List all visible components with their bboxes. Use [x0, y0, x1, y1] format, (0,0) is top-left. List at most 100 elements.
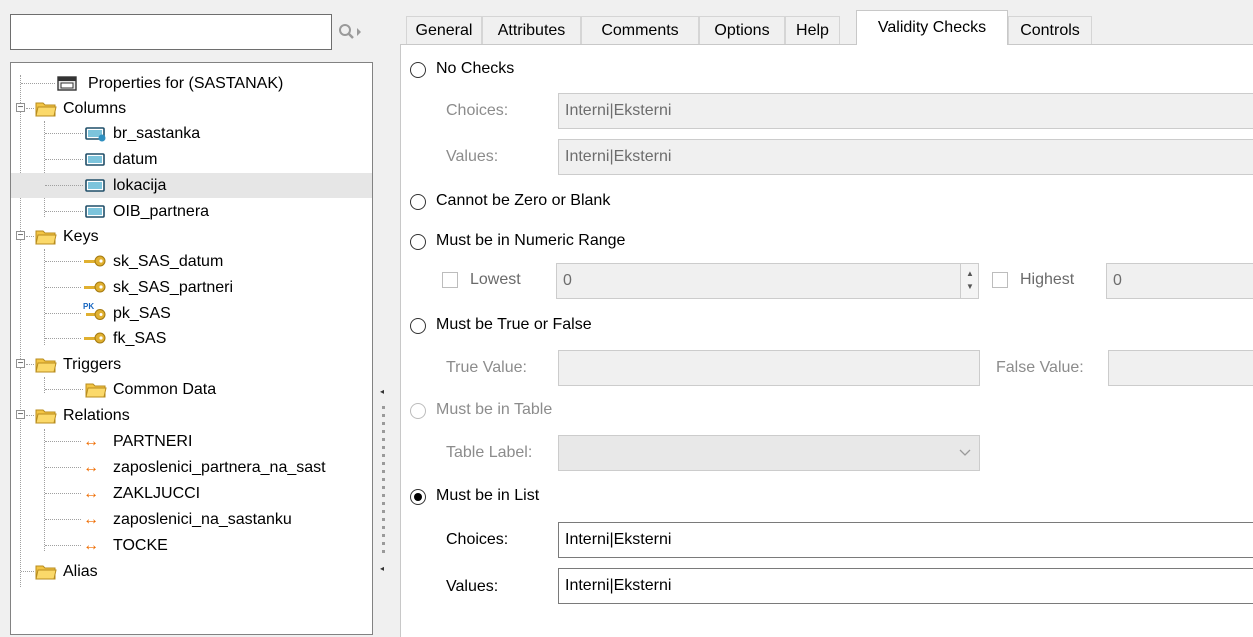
tree-item-properties[interactable]: Properties for (SASTANAK): [11, 71, 372, 96]
folder-icon: [35, 230, 57, 245]
column-icon: [85, 153, 105, 166]
tree-item-column[interactable]: OIB_partnera: [11, 199, 372, 224]
in-list-choices-label: Choices:: [446, 531, 509, 548]
dropdown-chevron-icon: [959, 449, 971, 456]
cannot-be-zero-label: Cannot be Zero or Blank: [436, 192, 611, 209]
folder-icon: [35, 409, 57, 424]
spin-down-icon[interactable]: ▼: [966, 282, 974, 291]
table-label-label: Table Label:: [446, 444, 533, 461]
tab-general[interactable]: General: [406, 16, 482, 44]
tree-item-relation[interactable]: ↔ zaposlenici_partnera_na_sast: [11, 455, 372, 480]
tree-item-relation[interactable]: ↔ PARTNERI: [11, 429, 372, 454]
panel-splitter[interactable]: ◂ ◂: [377, 10, 391, 637]
no-checks-values-field[interactable]: [558, 139, 1253, 175]
lowest-checkbox[interactable]: [442, 272, 458, 288]
tree-label: sk_SAS_partneri: [113, 279, 234, 296]
tree-label: Common Data: [113, 381, 217, 398]
relation-icon: ↔: [83, 485, 99, 502]
numeric-range-radio[interactable]: [410, 234, 426, 250]
no-checks-choices-field[interactable]: [558, 93, 1253, 129]
tree-label: PARTNERI: [113, 433, 193, 450]
lowest-label: Lowest: [470, 271, 521, 288]
relation-icon: ↔: [83, 537, 99, 554]
tree-item-columns[interactable]: − Columns: [11, 96, 372, 121]
search-icon[interactable]: [337, 22, 363, 42]
lowest-value-field[interactable]: [556, 263, 979, 299]
tree-item-key[interactable]: sk_SAS_datum: [11, 249, 372, 274]
tree-label: Alias: [63, 563, 98, 580]
tab-bar: General Attributes Comments Options Help…: [400, 10, 1253, 45]
false-value-field[interactable]: [1108, 350, 1253, 386]
highest-checkbox[interactable]: [992, 272, 1008, 288]
true-false-label: Must be True or False: [436, 316, 592, 333]
tree-item-primary-key[interactable]: PK pk_SAS: [11, 301, 372, 326]
key-icon: [84, 332, 106, 344]
tree-item-triggers[interactable]: − Triggers: [11, 352, 372, 377]
tree-label: Keys: [63, 228, 99, 245]
tree-item-common-data[interactable]: Common Data: [11, 377, 372, 402]
lowest-spinner[interactable]: ▲ ▼: [960, 264, 978, 298]
tab-comments[interactable]: Comments: [581, 16, 699, 44]
tab-attributes[interactable]: Attributes: [482, 16, 581, 44]
collapse-toggle[interactable]: −: [16, 410, 25, 420]
in-list-values-label: Values:: [446, 578, 499, 595]
splitter-left-arrow-icon[interactable]: ◂: [380, 387, 384, 396]
tree-label: lokacija: [113, 177, 167, 194]
tree-item-key[interactable]: fk_SAS: [11, 326, 372, 351]
tree-item-relations[interactable]: − Relations: [11, 403, 372, 428]
tree-label: zaposlenici_na_sastanku: [113, 511, 292, 528]
true-value-field[interactable]: [558, 350, 980, 386]
splitter-left-arrow-icon[interactable]: ◂: [380, 564, 384, 573]
true-false-radio[interactable]: [410, 318, 426, 334]
tab-validity-checks[interactable]: Validity Checks: [856, 10, 1008, 45]
tree-label: sk_SAS_datum: [113, 253, 224, 270]
collapse-toggle[interactable]: −: [16, 103, 25, 113]
spin-up-icon[interactable]: ▲: [966, 269, 974, 278]
search-input[interactable]: [10, 14, 332, 50]
in-table-radio[interactable]: [410, 403, 426, 419]
relation-icon: ↔: [83, 459, 99, 476]
tree-item-column-selected[interactable]: lokacija: [11, 173, 372, 198]
table-icon: [57, 76, 77, 91]
tree-label: pk_SAS: [113, 305, 171, 322]
key-icon: [84, 255, 106, 267]
highest-value-field[interactable]: [1106, 263, 1253, 299]
folder-icon: [85, 383, 107, 398]
collapse-toggle[interactable]: −: [16, 231, 25, 241]
tree-item-relation[interactable]: ↔ zaposlenici_na_sastanku: [11, 507, 372, 532]
tree-item-alias[interactable]: Alias: [11, 559, 372, 584]
choices-label: Choices:: [446, 102, 509, 119]
object-tree: Properties for (SASTANAK) − Columns br_s…: [10, 62, 373, 635]
key-icon: [84, 281, 106, 293]
no-checks-radio[interactable]: [410, 62, 426, 78]
tree-label: TOCKE: [113, 537, 168, 554]
in-list-radio[interactable]: [410, 489, 426, 505]
in-table-label: Must be in Table: [436, 401, 553, 418]
tab-controls[interactable]: Controls: [1008, 16, 1092, 44]
tree-item-relation[interactable]: ↔ TOCKE: [11, 533, 372, 558]
tab-options[interactable]: Options: [699, 16, 785, 44]
cannot-be-zero-radio[interactable]: [410, 194, 426, 210]
table-label-select[interactable]: [558, 435, 980, 471]
tree-label: Triggers: [63, 356, 122, 373]
relation-icon: ↔: [83, 433, 99, 450]
tree-item-keys[interactable]: − Keys: [11, 224, 372, 249]
tree-item-key[interactable]: sk_SAS_partneri: [11, 275, 372, 300]
tree-item-relation[interactable]: ↔ ZAKLJUCCI: [11, 481, 372, 506]
highest-label: Highest: [1020, 271, 1075, 288]
collapse-toggle[interactable]: −: [16, 359, 25, 369]
tree-label: zaposlenici_partnera_na_sast: [113, 459, 326, 476]
column-icon: [85, 127, 106, 142]
in-list-choices-field[interactable]: [558, 522, 1253, 558]
folder-icon: [35, 565, 57, 580]
validity-checks-panel: No Checks Choices: Values: Cannot be Zer…: [400, 44, 1253, 637]
tree-label: fk_SAS: [113, 330, 167, 347]
tree-label: Columns: [63, 100, 127, 117]
tab-help[interactable]: Help: [785, 16, 840, 44]
in-list-values-field[interactable]: [558, 568, 1253, 604]
relation-icon: ↔: [83, 511, 99, 528]
tree-label: OIB_partnera: [113, 203, 210, 220]
tree-item-column[interactable]: br_sastanka: [11, 121, 372, 146]
tree-label: Relations: [63, 407, 130, 424]
tree-item-column[interactable]: datum: [11, 147, 372, 172]
